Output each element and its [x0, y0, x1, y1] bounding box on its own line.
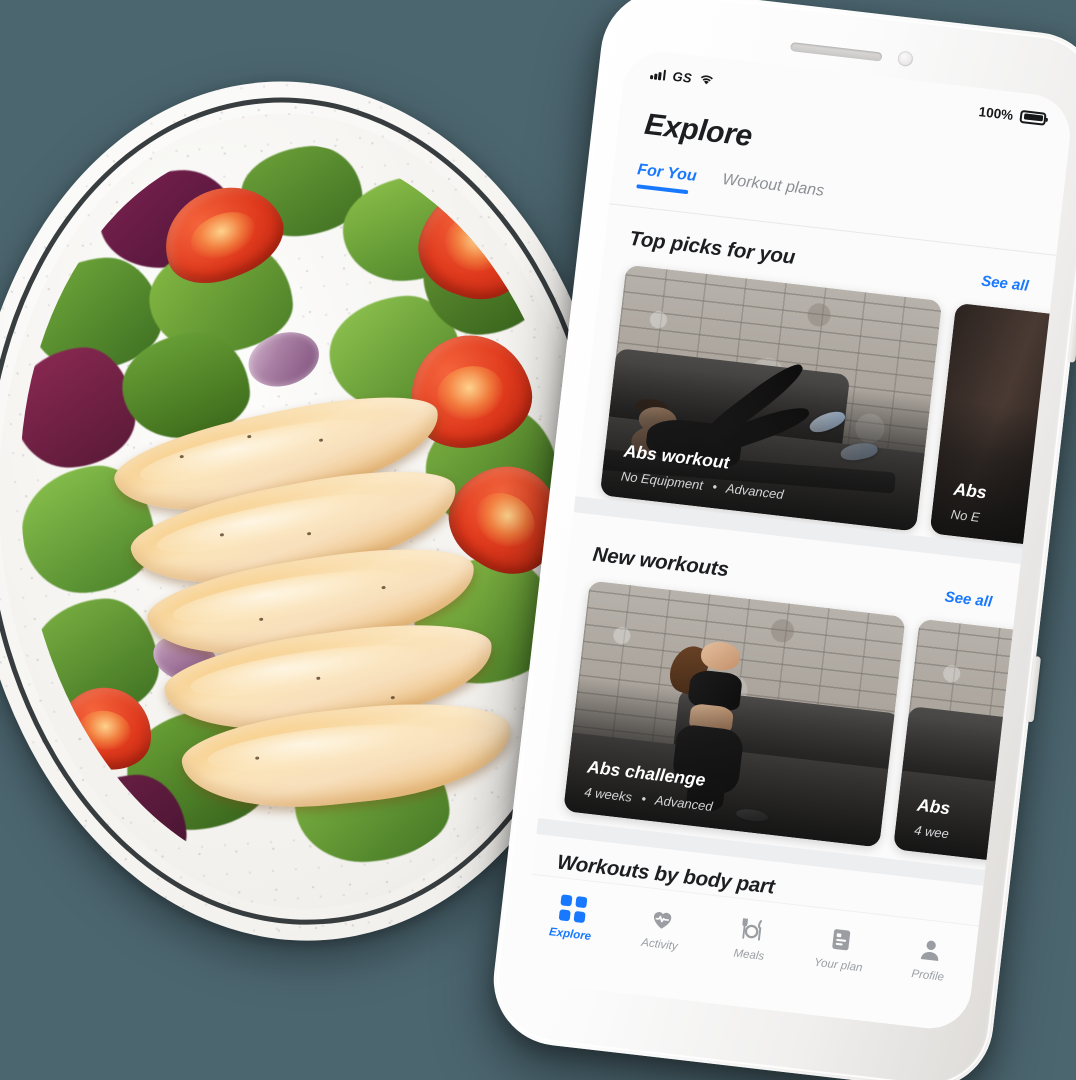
tab-workout-plans[interactable]: Workout plans	[720, 171, 825, 210]
battery-percent-label: 100%	[977, 103, 1015, 123]
card-meta-separator: •	[711, 478, 718, 495]
workout-card[interactable]: Abs 4 wee	[892, 618, 1075, 886]
nav-item-explore[interactable]: Explore	[525, 891, 620, 946]
see-all-top-picks[interactable]: See all	[980, 273, 1029, 295]
nav-item-your-plan[interactable]: Your plan	[793, 922, 888, 977]
section-top-picks: Top picks for you See all Abs workout No…	[576, 224, 1075, 570]
person-icon	[920, 940, 939, 961]
card-carousel-new-workouts[interactable]: Abs challenge 4 weeks • Advanced Abs 4 w…	[539, 578, 1075, 886]
grid-icon	[558, 894, 588, 924]
tab-bar: For You Workout plans	[635, 161, 1061, 237]
see-all-new-workouts[interactable]: See all	[944, 588, 993, 610]
cutlery-icon	[742, 918, 763, 941]
workout-card[interactable]: Abs challenge 4 weeks • Advanced	[563, 580, 906, 848]
page-title: Explore	[642, 107, 754, 154]
nav-label-activity: Activity	[640, 936, 679, 953]
carrier-label: GS	[671, 68, 693, 86]
nav-label-profile: Profile	[910, 968, 945, 984]
section-title: New workouts	[591, 542, 730, 582]
card-meta-separator: •	[640, 790, 647, 807]
nav-label-meals: Meals	[732, 947, 765, 963]
nav-item-profile[interactable]: Profile	[882, 932, 977, 987]
card-carousel-top-picks[interactable]: Abs workout No Equipment • Advanced Abs …	[576, 262, 1075, 570]
heart-pulse-icon	[653, 912, 672, 929]
workout-card[interactable]: Abs workout No Equipment • Advanced	[599, 264, 943, 532]
card-meta-left: No E	[950, 506, 981, 525]
screenshot-canvas: GS 100% Explore For You Workout plans To…	[0, 0, 1076, 1080]
nav-label-explore: Explore	[548, 926, 592, 943]
nav-label-your-plan: Your plan	[813, 956, 864, 975]
document-icon	[832, 929, 851, 951]
wifi-icon	[700, 75, 713, 85]
battery-full-icon	[1019, 109, 1047, 126]
section-new-workouts: New workouts See all Abs challenge 4 wee…	[539, 540, 1075, 886]
tab-for-you[interactable]: For You	[635, 161, 697, 195]
nav-item-meals[interactable]: Meals	[703, 911, 798, 966]
nav-item-activity[interactable]: Activity	[614, 901, 709, 956]
section-title: Top picks for you	[628, 226, 797, 269]
signal-bars-icon	[649, 67, 667, 81]
